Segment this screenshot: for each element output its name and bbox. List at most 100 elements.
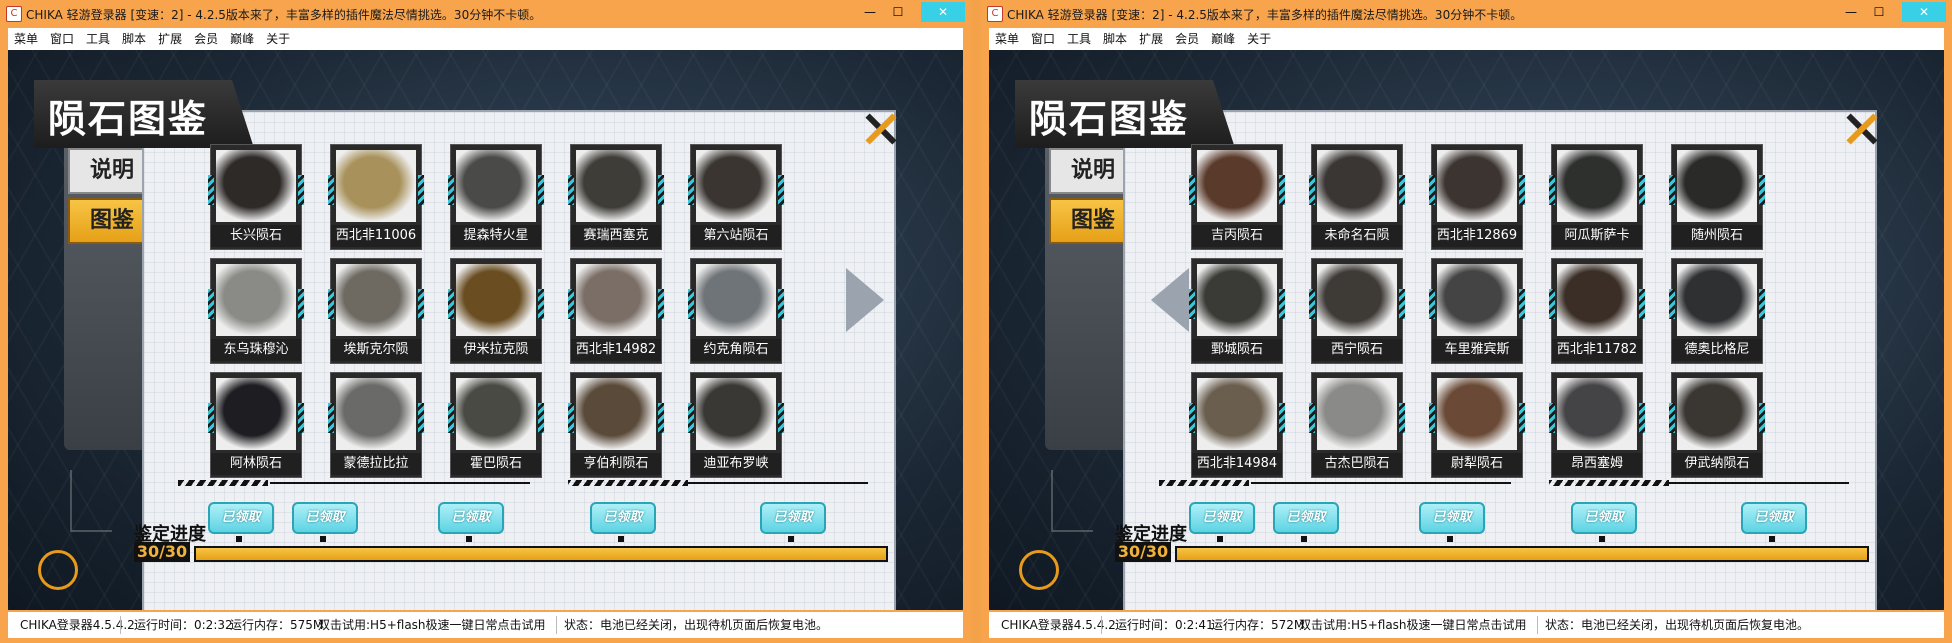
card-stripe [208,289,214,319]
meteorite-image [1437,378,1517,450]
meteorite-card[interactable]: 约克角陨石 [688,258,784,364]
meteorite-card[interactable]: 蒙德拉比拉 [328,372,424,478]
menu-item[interactable]: 会员 [1175,28,1199,50]
meteorite-card[interactable]: 伊米拉克陨 [448,258,544,364]
card-stripe [688,289,694,319]
status-bar: CHIKA登录器4.5.4.2 运行时间：0:2:41 运行内存：572M 双击试用:… [989,612,1944,638]
meteorite-image [576,378,656,450]
meteorite-image [1197,378,1277,450]
meteorite-name: 迪亚布罗峡 [691,453,781,475]
menu-item[interactable]: 关于 [266,28,290,50]
meteorite-card[interactable]: 西北非14984 [1189,372,1285,478]
minimize-button[interactable]: — [855,2,885,22]
meteorite-card[interactable]: 西北非12869 [1429,144,1525,250]
next-page-arrow[interactable] [846,268,884,332]
card-stripe [1519,289,1525,319]
menu-item[interactable]: 窗口 [50,28,74,50]
gear-icon[interactable] [1019,550,1059,590]
claimed-reward-badge[interactable]: 已领取 [590,502,656,534]
meteorite-card[interactable]: 阿瓜斯萨卡 [1549,144,1645,250]
claimed-reward-badge[interactable]: 已领取 [438,502,504,534]
close-button[interactable]: ✕ [1902,2,1946,22]
claimed-reward-badge[interactable]: 已领取 [1419,502,1485,534]
card-stripe [1309,403,1315,433]
meteorite-card[interactable]: 亨伯利陨石 [568,372,664,478]
claimed-reward-badge[interactable]: 已领取 [760,502,826,534]
meteorite-card[interactable]: 霍巴陨石 [448,372,544,478]
menu-item[interactable]: 菜单 [995,28,1019,50]
meteorite-card[interactable]: 西宁陨石 [1309,258,1405,364]
menu-item[interactable]: 扩展 [158,28,182,50]
meteorite-name: 古杰巴陨石 [1312,453,1402,475]
meteorite-card[interactable]: 随州陨石 [1669,144,1765,250]
meteorite-card[interactable]: 赛瑞西塞克 [568,144,664,250]
maximize-button[interactable]: ☐ [883,2,913,22]
card-stripe [328,289,334,319]
claimed-reward-badge[interactable]: 已领取 [1571,502,1637,534]
meteorite-card[interactable]: 德奥比格尼 [1669,258,1765,364]
close-icon[interactable] [858,108,902,152]
meteorite-image [336,378,416,450]
meteorite-name: 伊武纳陨石 [1672,453,1762,475]
prev-page-arrow[interactable] [1151,268,1189,332]
meteorite-card[interactable]: 埃斯克尔陨 [328,258,424,364]
meteorite-card[interactable]: 西北非11782 [1549,258,1645,364]
meteorite-card[interactable]: 吉丙陨石 [1189,144,1285,250]
meteorite-name: 埃斯克尔陨 [331,339,421,361]
card-stripe [1549,289,1555,319]
claimed-reward-badge[interactable]: 已领取 [292,502,358,534]
meteorite-name: 西北非11006 [331,225,421,247]
close-button[interactable]: ✕ [921,2,965,22]
claimed-reward-badge[interactable]: 已领取 [1273,502,1339,534]
progress-bar [1175,546,1869,562]
menu-item[interactable]: 脚本 [122,28,146,50]
claimed-reward-badge[interactable]: 已领取 [1189,502,1255,534]
progress-count: 30/30 [1115,542,1171,562]
meteorite-card[interactable]: 伊武纳陨石 [1669,372,1765,478]
meteorite-card[interactable]: 尉犁陨石 [1429,372,1525,478]
meteorite-card[interactable]: 西北非14982 [568,258,664,364]
meteorite-card[interactable]: 东乌珠穆沁 [208,258,304,364]
menu-item[interactable]: 工具 [86,28,110,50]
meteorite-card[interactable]: 西北非11006 [328,144,424,250]
card-stripe [1279,175,1285,205]
minimize-button[interactable]: — [1836,2,1866,22]
window-right: C CHIKA 轻游登录器 [变速：2] - 4.2.5版本来了，丰富多样的插件魔… [981,0,1952,643]
card-stripe [448,403,454,433]
meteorite-card[interactable]: 长兴陨石 [208,144,304,250]
meteorite-card[interactable]: 未命名石陨 [1309,144,1405,250]
menu-item[interactable]: 关于 [1247,28,1271,50]
rail-line [688,482,868,484]
meteorite-card[interactable]: 提森特火星 [448,144,544,250]
close-icon[interactable] [1839,108,1883,152]
rail-line [1669,482,1849,484]
meteorite-card[interactable]: 车里雅宾斯 [1429,258,1525,364]
meteorite-card[interactable]: 迪亚布罗峡 [688,372,784,478]
meteorite-card[interactable]: 古杰巴陨石 [1309,372,1405,478]
card-stripe [208,403,214,433]
claimed-reward-badge[interactable]: 已领取 [1741,502,1807,534]
menu-item[interactable]: 工具 [1067,28,1091,50]
meteorite-card[interactable]: 鄄城陨石 [1189,258,1285,364]
gear-icon[interactable] [38,550,78,590]
card-stripe [658,175,664,205]
meteorite-card[interactable]: 阿林陨石 [208,372,304,478]
meteorite-image [216,150,296,222]
hint-text[interactable]: 双击试用:H5+flash极速一键日常点击试用 [318,612,546,638]
card-stripe [658,403,664,433]
menu-item[interactable]: 窗口 [1031,28,1055,50]
maximize-button[interactable]: ☐ [1864,2,1894,22]
menu-item[interactable]: 巅峰 [1211,28,1235,50]
menu-item[interactable]: 扩展 [1139,28,1163,50]
card-stripe [1399,289,1405,319]
menu-item[interactable]: 巅峰 [230,28,254,50]
hint-text[interactable]: 双击试用:H5+flash极速一键日常点击试用 [1299,612,1527,638]
claimed-reward-badge[interactable]: 已领取 [208,502,274,534]
card-stripe [328,403,334,433]
menu-item[interactable]: 菜单 [14,28,38,50]
meteorite-card[interactable]: 第六站陨石 [688,144,784,250]
meteorite-card[interactable]: 昂西塞姆 [1549,372,1645,478]
menu-item[interactable]: 会员 [194,28,218,50]
menu-item[interactable]: 脚本 [1103,28,1127,50]
card-stripe [658,289,664,319]
